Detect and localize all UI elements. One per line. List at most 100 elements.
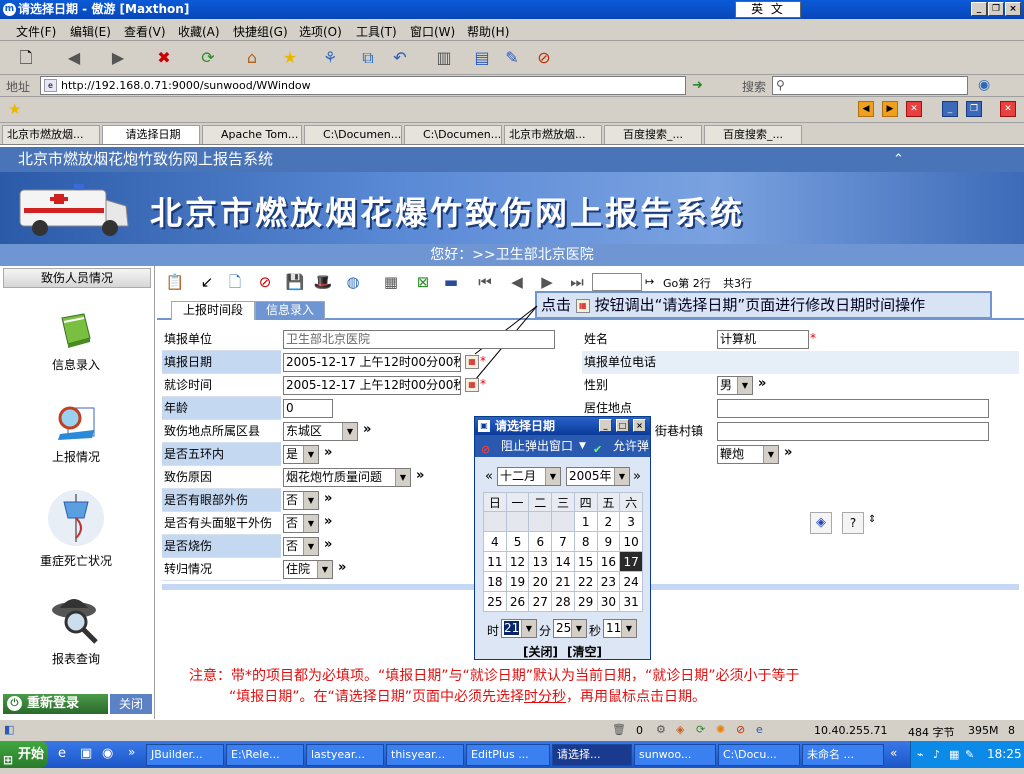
forward-icon[interactable]: ▶ [106, 46, 130, 70]
sidebar-item-report-status[interactable]: 上报情况 [0, 400, 152, 465]
film-icon[interactable]: ▬ [441, 272, 461, 292]
district-select[interactable]: 东城区 ▼ [283, 422, 358, 441]
home-icon[interactable]: ⌂ [240, 46, 264, 70]
tab-item[interactable]: C:\Documen... [404, 125, 502, 144]
goto-text[interactable]: Go第 2行 [663, 275, 711, 291]
sidebar-item-report-query[interactable]: 报表查询 [0, 590, 152, 667]
popup-minimize-icon[interactable]: _ [599, 419, 612, 432]
taskbar-item[interactable]: EditPlus ... [466, 744, 550, 766]
quicklaunch-maxthon-icon[interactable]: ◉ [102, 746, 113, 761]
report-unit-field[interactable]: 卫生部北京医院 [283, 330, 555, 349]
stop-icon[interactable]: ✖ [152, 46, 176, 70]
block-popup-icon[interactable]: ⊘ [532, 46, 556, 70]
visit-time-field[interactable]: 2005-12-17 上午12时00分00秒 [283, 376, 461, 395]
refresh-icon[interactable]: ⟳ [196, 46, 220, 70]
outcome-select[interactable]: 住院 ▼ [283, 560, 333, 579]
sun-icon[interactable]: ✺ [716, 723, 725, 736]
age-field[interactable]: 0 [283, 399, 333, 418]
minimize-icon[interactable]: _ [971, 2, 987, 16]
calendar-day[interactable]: 9 [596, 531, 621, 552]
eye-injury-more[interactable]: » [324, 491, 332, 506]
taskbar-item[interactable]: E:\Rele... [226, 744, 304, 766]
calendar-day[interactable]: 6 [528, 531, 553, 552]
outcome-more[interactable]: » [338, 560, 346, 575]
visit-time-calendar-icon[interactable]: ▦ [465, 378, 479, 392]
trash-icon[interactable]: 🗑 [612, 723, 626, 736]
tab-item[interactable]: Apache Tom... [202, 125, 302, 144]
back-icon[interactable]: ◀ [62, 46, 86, 70]
close-tab-icon[interactable]: ✕ [906, 101, 922, 117]
report-icon[interactable]: ▦ [381, 272, 401, 292]
calendar-day[interactable]: 1 [573, 511, 598, 532]
first-record-icon[interactable]: ⏮ [475, 272, 495, 292]
calendar-day[interactable]: 7 [551, 531, 575, 552]
favorites-star-icon[interactable]: ★ [278, 46, 302, 70]
calendar-day[interactable]: 14 [551, 551, 575, 572]
menu-edit[interactable]: 编辑(E) [70, 23, 111, 40]
start-button[interactable]: ⊞ 开始 [0, 741, 48, 768]
report-date-calendar-icon[interactable]: ▦ [465, 355, 479, 369]
calendar-day[interactable]: 5 [505, 531, 530, 552]
burn-more[interactable]: » [324, 537, 332, 552]
menu-options[interactable]: 选项(O) [299, 23, 342, 40]
block-popup-label[interactable]: 阻止弹出窗口 [501, 435, 573, 457]
menu-favorites[interactable]: 收藏(A) [178, 23, 220, 40]
search-hat-icon[interactable]: 🎩 [313, 272, 333, 292]
menu-view[interactable]: 查看(V) [124, 23, 166, 40]
name-field[interactable]: 计算机 [717, 330, 809, 349]
popup-maximize-icon[interactable]: □ [616, 419, 629, 432]
go-icon[interactable]: ➜ [692, 78, 703, 93]
calendar-day[interactable]: 11 [483, 551, 507, 572]
taskbar-item[interactable]: sunwoo... [634, 744, 716, 766]
palette-icon[interactable]: ◈ [810, 512, 832, 534]
search-engine-icon[interactable]: ◉ [978, 77, 990, 93]
sidebar-item-severe-death[interactable]: 重症死亡状况 [0, 488, 152, 569]
gender-select[interactable]: 男 ▼ [717, 376, 753, 395]
block-status-icon[interactable]: ⊘ [736, 723, 745, 736]
calendar-day[interactable]: 30 [596, 591, 621, 612]
close-icon[interactable]: × [1005, 2, 1021, 16]
columns-icon[interactable]: ▥ [432, 46, 456, 70]
taskbar-item[interactable]: thisyear... [386, 744, 464, 766]
calendar-day[interactable]: 15 [573, 551, 598, 572]
tab-item-active[interactable]: 请选择日期 [102, 125, 200, 144]
firework-type-select[interactable]: 鞭炮 ▼ [717, 445, 779, 464]
calendar-day-selected[interactable]: 17 [619, 551, 643, 572]
calendar-day[interactable]: 8 [573, 531, 598, 552]
collapse-icon[interactable]: ⌃ [893, 147, 904, 172]
calendar-day[interactable]: 24 [619, 571, 643, 592]
street-field[interactable] [717, 422, 989, 441]
calendar-day[interactable]: 21 [551, 571, 575, 592]
taskbar-item[interactable]: lastyear... [306, 744, 384, 766]
restore-icon[interactable]: ❐ [988, 2, 1004, 16]
next-record-icon[interactable]: ▶ [537, 272, 557, 292]
prev-month-icon[interactable]: « [485, 469, 493, 484]
close-date-button[interactable]: [关闭] [523, 643, 558, 660]
help-icon[interactable]: ? [842, 512, 864, 534]
tab-item[interactable]: C:\Documen... [304, 125, 402, 144]
menu-window[interactable]: 窗口(W) [410, 23, 455, 40]
new-page-icon[interactable]: 🗋 [14, 46, 38, 70]
save-icon[interactable]: 💾 [285, 272, 305, 292]
head-injury-more[interactable]: » [324, 514, 332, 529]
head-injury-select[interactable]: 否 ▼ [283, 514, 319, 533]
calendar-day[interactable]: 10 [619, 531, 643, 552]
tab-item[interactable]: 百度搜索_... [704, 125, 802, 144]
menu-groups[interactable]: 快捷组(G) [233, 23, 288, 40]
next-month-icon[interactable]: » [633, 469, 641, 484]
calendar-day[interactable]: 16 [596, 551, 621, 572]
tab-close-icon[interactable]: ✕ [1000, 101, 1016, 117]
sidebar-toggle-icon[interactable]: ▤ [470, 46, 494, 70]
groups-icon[interactable]: ⚘ [318, 46, 342, 70]
calendar-day[interactable]: 4 [483, 531, 507, 552]
calendar-day[interactable]: 29 [573, 591, 598, 612]
taskbar-item[interactable]: 未命名 ... [802, 744, 884, 766]
calendar-day[interactable]: 22 [573, 571, 598, 592]
refresh-status-icon[interactable]: ⟳ [696, 723, 705, 736]
prev-tab-icon[interactable]: ◀ [858, 101, 874, 117]
next-tab-icon[interactable]: ▶ [882, 101, 898, 117]
calendar-day[interactable]: 23 [596, 571, 621, 592]
tray-network-icon[interactable]: ⌁ [917, 741, 924, 768]
district-more[interactable]: » [363, 422, 371, 437]
tab-restore-icon[interactable]: ❐ [966, 101, 982, 117]
